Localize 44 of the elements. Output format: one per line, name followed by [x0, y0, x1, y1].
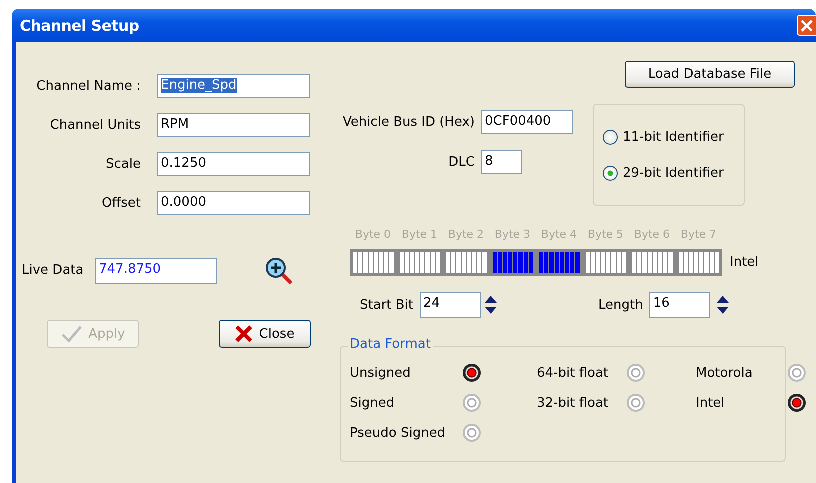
byte-label: Byte 2: [447, 228, 486, 241]
field-label: Offset: [100, 196, 141, 210]
input-field[interactable]: 8: [481, 150, 522, 174]
field-label: DLC: [448, 154, 475, 170]
field-label: Start Bit: [360, 298, 414, 312]
radio-option[interactable]: 11-bit Identifier: [603, 130, 744, 144]
byte-label: Byte 3: [494, 228, 532, 241]
close-window-button[interactable]: [797, 15, 816, 36]
input-field[interactable]: 16: [649, 292, 710, 318]
byte-label: Byte 1: [400, 228, 439, 241]
zoom-in-icon[interactable]: [265, 257, 293, 284]
radio-option[interactable]: 29-bit Identifier: [603, 166, 744, 180]
x-icon: [235, 325, 254, 343]
radio-option[interactable]: Signed: [350, 393, 481, 413]
radio-option[interactable]: Pseudo Signed: [350, 423, 481, 443]
byte-label: Byte 7: [680, 228, 718, 241]
byte-label: Byte 5: [586, 228, 625, 241]
input-field[interactable]: 24: [420, 292, 481, 318]
input-field[interactable]: 0.1250: [157, 152, 310, 176]
window-title: Channel Setup: [20, 16, 140, 34]
load-database-button[interactable]: Load Database File: [625, 61, 795, 88]
radio-option[interactable]: 64-bit float: [537, 363, 645, 383]
byte-label: Byte 4: [540, 228, 578, 241]
field-label: Vehicle Bus ID (Hex): [342, 114, 475, 130]
field-label: Length: [598, 298, 644, 312]
close-icon: [801, 20, 813, 32]
input-field[interactable]: 0.0000: [157, 191, 310, 215]
checkmark-icon: [60, 325, 83, 343]
input-field[interactable]: 0CF00400: [481, 110, 573, 134]
radio-option[interactable]: Motorola: [696, 363, 806, 383]
byte-order-label: Intel: [730, 255, 759, 270]
radio-option[interactable]: Unsigned: [350, 363, 481, 383]
close-button[interactable]: Close: [219, 320, 311, 348]
field-label: Channel Units: [49, 118, 141, 132]
radio-option[interactable]: 32-bit float: [537, 393, 645, 413]
field-label: Live Data: [22, 263, 85, 278]
field-label: Scale: [105, 156, 141, 172]
input-field[interactable]: RPM: [157, 113, 310, 137]
live-data-field: 747.8750: [95, 258, 217, 284]
byte-label: Byte 0: [354, 228, 392, 241]
byte-label: Byte 6: [633, 228, 672, 241]
input-field[interactable]: Engine_Spd: [157, 74, 310, 98]
field-label: Channel Name :: [36, 78, 141, 94]
radio-option[interactable]: Intel: [696, 393, 806, 413]
